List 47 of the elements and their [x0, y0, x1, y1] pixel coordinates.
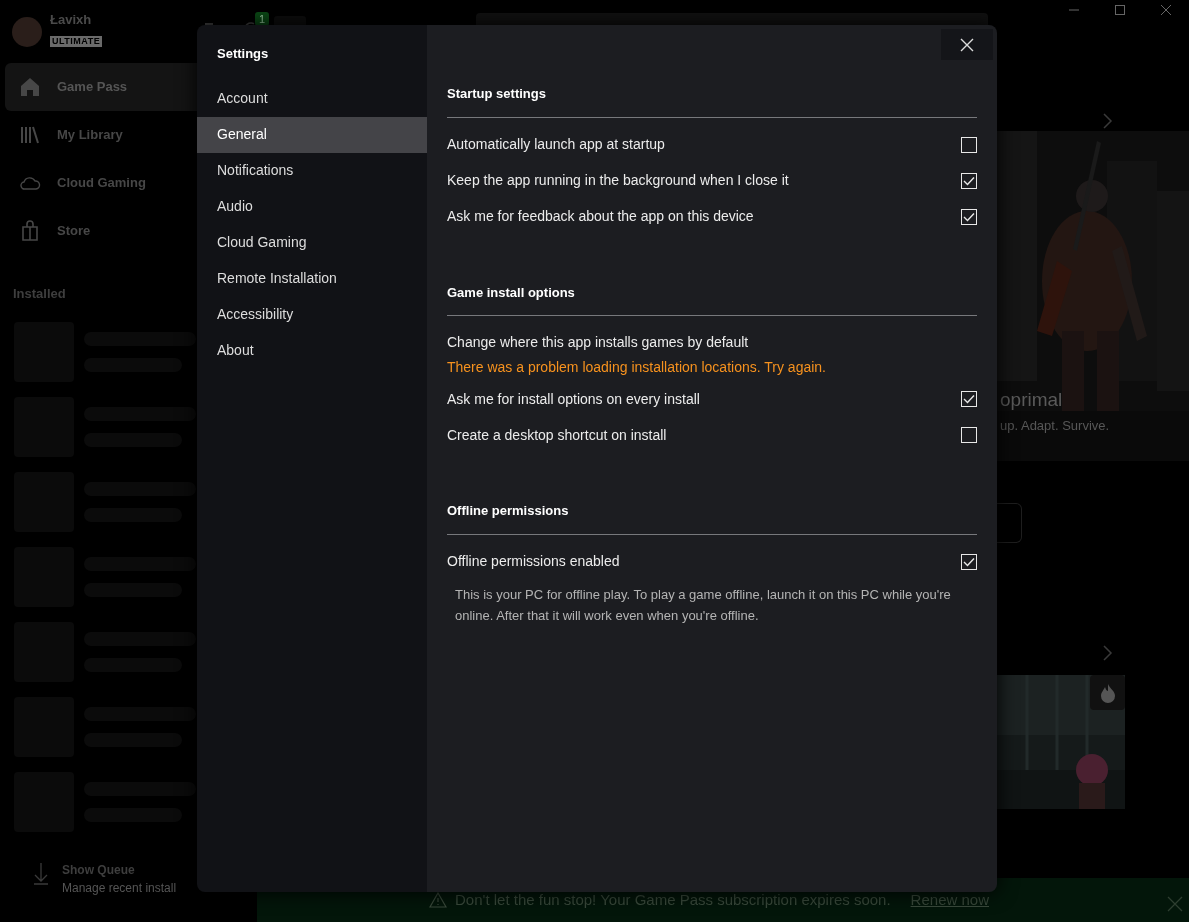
game-tagline: up. Adapt. Survive. [1000, 417, 1110, 435]
settings-menu-item[interactable]: Audio [197, 188, 427, 225]
warning-icon [429, 892, 447, 908]
settings-menu-item[interactable]: Cloud Gaming [197, 224, 427, 261]
checkbox[interactable] [961, 553, 977, 570]
close-icon [1167, 895, 1183, 912]
close-icon [960, 37, 974, 52]
checkmark-icon [963, 175, 975, 186]
checkbox[interactable] [961, 391, 977, 407]
settings-menu-item[interactable]: Remote Installation [197, 260, 427, 297]
user-name: Łavixh [50, 12, 93, 27]
checkbox[interactable] [961, 136, 977, 153]
tier-badge: ULTIMATE [50, 35, 103, 47]
checkbox[interactable] [961, 172, 977, 189]
close-icon [1160, 4, 1172, 16]
dialog-title: Settings [217, 45, 269, 63]
queue-subtitle: Manage recent install [62, 879, 177, 897]
checkbox[interactable] [961, 208, 977, 225]
settings-menu-item[interactable]: General [197, 116, 427, 153]
checkbox[interactable] [961, 427, 977, 443]
home-icon [19, 76, 41, 98]
setting-label: Offline permissions enabled [447, 552, 620, 571]
section-heading: Startup settings [447, 84, 977, 118]
fire-icon [1099, 682, 1116, 703]
checkmark-icon [963, 211, 975, 222]
setting-label: Ask me for install options on every install [447, 389, 700, 409]
game-title: oprimal [1000, 388, 1063, 412]
close-button[interactable] [941, 29, 993, 60]
checkmark-icon [963, 394, 975, 404]
setting-label: Keep the app running in the background when I close it [447, 171, 789, 190]
maximize-icon [1114, 4, 1126, 16]
setting-description: This is your PC for offline play. To play a game offline, launch it on this PC while you're online. After that it will work even when you're offline. [454, 585, 952, 625]
settings-menu-item[interactable]: Notifications [197, 152, 427, 189]
checkmark-icon [963, 556, 975, 567]
setting-label[interactable]: Change where this app installs games by default [447, 331, 749, 353]
section-heading: Game install options [447, 282, 977, 316]
section-heading: Offline permissions [447, 501, 977, 535]
shopping-bag-icon [19, 220, 41, 242]
setting-label: Create a desktop shortcut on install [447, 425, 667, 445]
settings-menu-item[interactable]: Accessibility [197, 296, 427, 333]
notification-badge: 1 [255, 12, 270, 26]
setting-label: Automatically launch app at startup [447, 135, 665, 154]
library-icon [19, 124, 41, 146]
setting-label: Ask me for feedback about the app on this device [447, 207, 754, 226]
settings-menu-item[interactable]: About [197, 332, 427, 369]
section-label: Installed [13, 285, 66, 303]
error-message[interactable]: There was a problem loading installation locations. Try again. [447, 353, 977, 381]
